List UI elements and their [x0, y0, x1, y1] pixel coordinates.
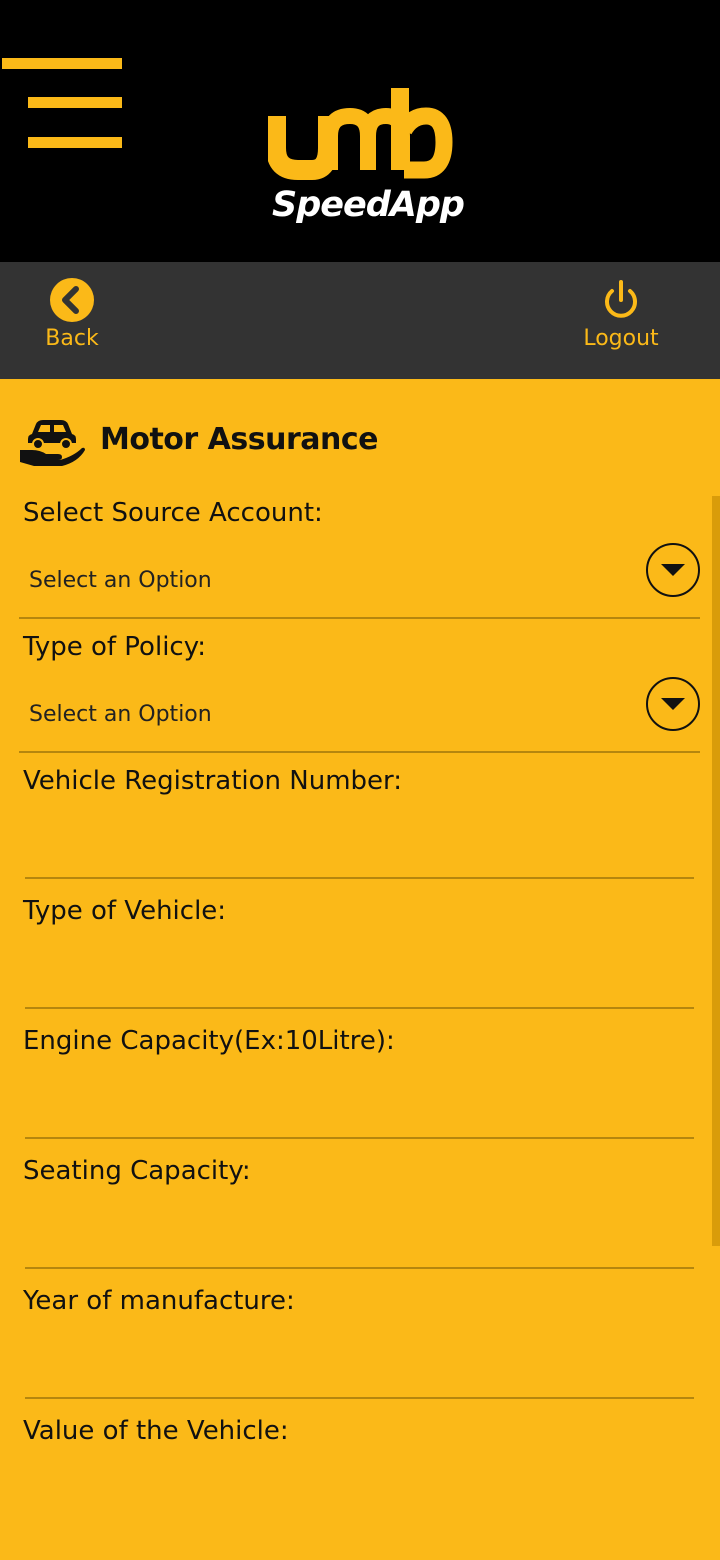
app-logo: SpeedApp — [266, 86, 465, 232]
engine-capacity-input[interactable] — [23, 1084, 695, 1128]
source-account-select[interactable]: Select an Option — [29, 568, 212, 593]
logout-label: Logout — [583, 326, 659, 351]
registration-underline — [25, 877, 694, 879]
logout-button[interactable]: Logout — [574, 278, 668, 351]
source-account-dropdown-button[interactable] — [646, 543, 700, 597]
logo-wordmark: SpeedApp — [272, 185, 465, 225]
seating-capacity-label: Seating Capacity: — [23, 1156, 251, 1186]
seating-capacity-input[interactable] — [23, 1214, 695, 1258]
vehicle-value-input[interactable] — [23, 1474, 695, 1518]
source-account-label: Select Source Account: — [23, 498, 323, 528]
back-button[interactable]: Back — [30, 278, 114, 351]
page-title: Motor Assurance — [18, 408, 378, 470]
page-title-text: Motor Assurance — [100, 421, 378, 457]
engine-capacity-underline — [25, 1137, 694, 1139]
menu-icon[interactable] — [0, 52, 126, 156]
policy-type-dropdown-button[interactable] — [646, 677, 700, 731]
vehicle-type-input[interactable] — [23, 954, 695, 998]
chevron-left-circle-icon — [50, 278, 94, 322]
seating-capacity-underline — [25, 1267, 694, 1269]
car-in-hand-icon — [20, 420, 85, 466]
registration-input[interactable] — [23, 824, 695, 868]
vehicle-type-underline — [25, 1007, 694, 1009]
vehicle-value-label: Value of the Vehicle: — [23, 1416, 289, 1446]
registration-label: Vehicle Registration Number: — [23, 766, 403, 796]
nav-bar: Back Logout — [0, 262, 720, 379]
caret-down-icon — [661, 564, 685, 576]
vehicle-type-label: Type of Vehicle: — [23, 896, 227, 926]
back-label: Back — [45, 326, 99, 351]
divider — [19, 751, 700, 753]
engine-capacity-label: Engine Capacity(Ex:10Litre): — [23, 1026, 395, 1056]
policy-type-label: Type of Policy: — [23, 632, 206, 662]
power-icon — [599, 278, 643, 322]
year-of-manufacture-underline — [25, 1397, 694, 1399]
divider — [19, 617, 700, 619]
app-header: SpeedApp — [0, 0, 720, 262]
year-of-manufacture-label: Year of manufacture: — [23, 1286, 295, 1316]
umb-logo-mark — [266, 88, 453, 180]
policy-type-select[interactable]: Select an Option — [29, 702, 212, 727]
caret-down-icon — [661, 698, 685, 710]
year-of-manufacture-input[interactable] — [23, 1344, 695, 1388]
scrollbar[interactable] — [712, 496, 720, 1246]
